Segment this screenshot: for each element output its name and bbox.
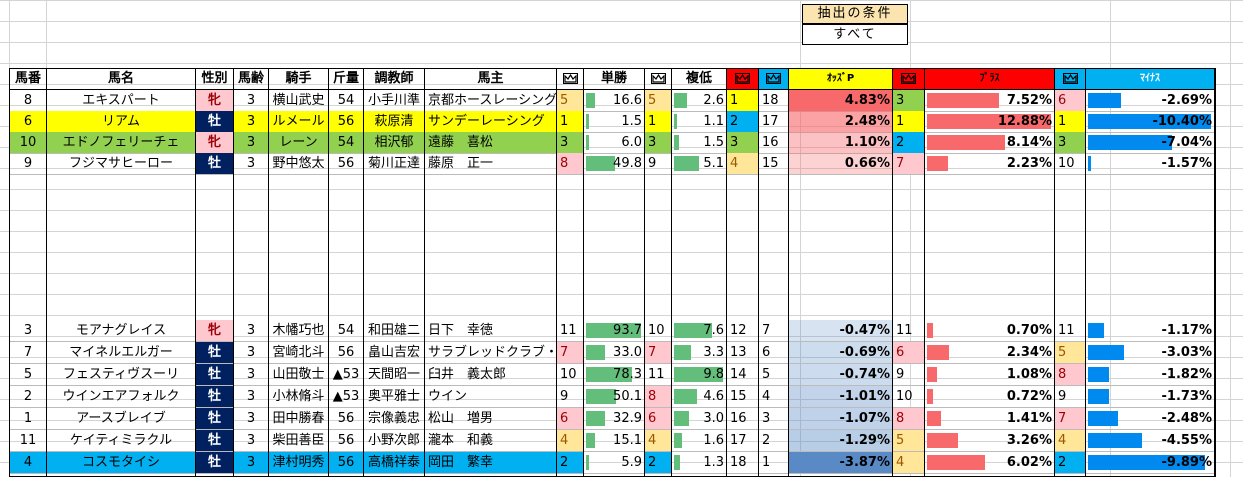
column-divider: [672, 90, 727, 476]
rank-crown-icon[interactable]: [759, 69, 789, 90]
header-owner[interactable]: 馬主: [425, 69, 557, 90]
header-age[interactable]: 馬齢: [234, 69, 269, 90]
header-weight[interactable]: 斤量: [329, 69, 364, 90]
race-table: 馬番 馬名 性別 馬齢 騎手 斤量 調教師 馬主 単勝 複低 ｵｯｽﾞP ﾌﾟﾗｽ ﾏｲﾅｽ 8 エキスパー…: [9, 68, 1216, 477]
header-plus[interactable]: ﾌﾟﾗｽ: [925, 69, 1055, 90]
column-divider: [47, 90, 196, 476]
header-num[interactable]: 馬番: [10, 69, 47, 90]
rank-crown-icon[interactable]: [1055, 69, 1086, 90]
grid-row-line: [0, 42, 1243, 43]
rank-crown-icon[interactable]: [893, 69, 925, 90]
rank-crown-icon[interactable]: [557, 69, 584, 90]
column-divider: [759, 90, 789, 476]
column-divider: [925, 90, 1055, 476]
spreadsheet: 抽出の条件 すべて 馬番 馬名 性別 馬齢 騎手 斤量 調教師 馬主 単勝 複低 ｵｯｽﾞP ﾌﾟﾗｽ…: [0, 0, 1243, 477]
column-divider: [727, 90, 759, 476]
column-divider: [10, 90, 47, 476]
column-divider: [1086, 90, 1215, 476]
grid-col-line: [1230, 0, 1231, 477]
rank-crown-icon[interactable]: [645, 69, 672, 90]
condition-label: 抽出の条件: [802, 4, 908, 24]
column-divider: [269, 90, 329, 476]
column-divider: [584, 90, 645, 476]
column-divider: [789, 90, 893, 476]
header-trainer[interactable]: 調教師: [364, 69, 425, 90]
grid-row-line: [0, 63, 1243, 64]
column-divider: [364, 90, 425, 476]
column-divider: [1055, 90, 1086, 476]
column-divider: [425, 90, 557, 476]
header-jockey[interactable]: 騎手: [269, 69, 329, 90]
column-divider: [557, 90, 584, 476]
header-oddsp[interactable]: ｵｯｽﾞP: [789, 69, 893, 90]
header-minus[interactable]: ﾏｲﾅｽ: [1086, 69, 1215, 90]
column-divider: [196, 90, 234, 476]
condition-value[interactable]: すべて: [802, 24, 908, 45]
grid-row-line: [0, 21, 1243, 22]
rank-crown-icon[interactable]: [727, 69, 759, 90]
header-place[interactable]: 複低: [672, 69, 727, 90]
header-win[interactable]: 単勝: [584, 69, 645, 90]
grid-row-line: [0, 0, 1243, 1]
column-divider: [645, 90, 672, 476]
column-divider: [893, 90, 925, 476]
column-divider: [329, 90, 364, 476]
header-sex[interactable]: 性別: [196, 69, 234, 90]
header-name[interactable]: 馬名: [47, 69, 196, 90]
column-divider: [234, 90, 269, 476]
